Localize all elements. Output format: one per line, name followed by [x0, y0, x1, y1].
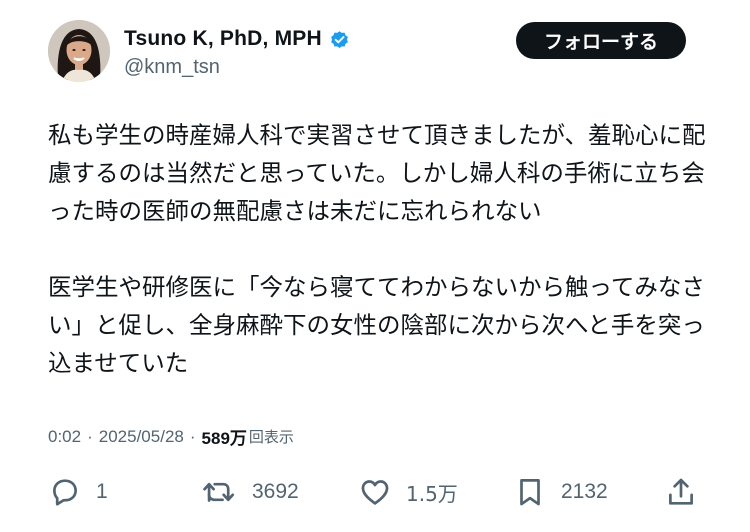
text-line: 私も学生の時産婦人科で実習させて頂きましたが、羞恥心に配	[48, 121, 706, 149]
bookmark-count: 2132	[561, 480, 608, 503]
repost-icon	[203, 482, 235, 502]
profile-photo	[48, 20, 110, 82]
text-line: い」と促し、全身麻酔下の女性の陰部に次から次へと手を突っ	[48, 311, 705, 339]
share-icon	[669, 478, 693, 505]
bookmark-button[interactable]: 2132	[513, 474, 608, 510]
name-row: Tsuno K, PhD, MPH	[124, 24, 350, 54]
bookmark-icon	[520, 479, 540, 506]
like-button[interactable]: 1.5万	[358, 474, 458, 510]
text-line: 医学生や研修医に「今なら寝ててわからないから触ってみなさ	[48, 273, 705, 301]
display-name[interactable]: Tsuno K, PhD, MPH	[124, 27, 322, 51]
reply-button[interactable]: 1	[48, 474, 108, 510]
author-info: Tsuno K, PhD, MPH @knm_tsn	[124, 24, 350, 79]
meta-separator: ·	[87, 426, 93, 446]
follow-button[interactable]: フォローする	[516, 22, 686, 59]
like-count: 1.5万	[406, 481, 458, 506]
reply-icon	[53, 479, 77, 506]
avatar[interactable]	[48, 20, 110, 82]
text-line: った時の医師の無配慮さは未だに忘れられない	[48, 197, 542, 225]
verified-badge-icon[interactable]	[329, 29, 350, 50]
tweet-paragraph: 医学生や研修医に「今なら寝ててわからないから触ってみなさ い」と促し、全身麻酔下…	[48, 268, 708, 382]
reply-count: 1	[96, 480, 108, 503]
tweet-paragraph: 私も学生の時産婦人科で実習させて頂きましたが、羞恥心に配 慮するのは当然だと思っ…	[48, 116, 708, 230]
tweet-text: 私も学生の時産婦人科で実習させて頂きましたが、羞恥心に配 慮するのは当然だと思っ…	[48, 116, 708, 382]
user-handle[interactable]: @knm_tsn	[124, 56, 350, 79]
divider	[48, 462, 702, 463]
views-label: 回表示	[248, 428, 294, 446]
post-date[interactable]: 2025/05/28	[99, 427, 184, 447]
post-time[interactable]: 0:02	[48, 427, 81, 447]
tweet-meta: 0:02 · 2025/05/28 · 589万 回表示	[48, 424, 294, 449]
views-count[interactable]: 589万	[202, 424, 247, 449]
repost-button[interactable]: 3692	[200, 474, 299, 510]
text-line: 慮するのは当然だと思っていた。しかし婦人科の手術に立ち会	[48, 159, 705, 187]
heart-icon	[361, 480, 389, 505]
meta-separator: ·	[189, 426, 196, 446]
tweet-card: Tsuno K, PhD, MPH @knm_tsn フォローする 私も学生の時…	[0, 0, 750, 532]
repost-count: 3692	[252, 480, 299, 503]
text-line: 込ませていた	[48, 349, 189, 377]
share-button[interactable]	[664, 474, 698, 510]
